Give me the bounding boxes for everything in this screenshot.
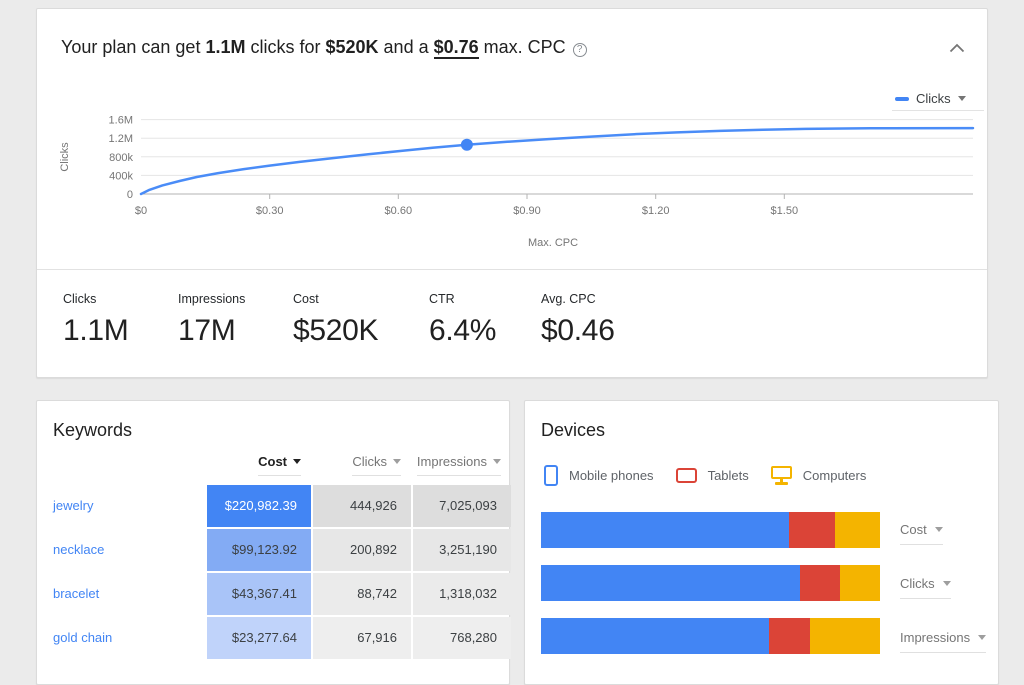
- svg-text:0: 0: [127, 189, 133, 201]
- devices-card: Devices Mobile phones Tablets Computers: [524, 400, 999, 685]
- card-divider: [37, 269, 987, 270]
- keywords-header-row: Cost Clicks Impressions: [37, 454, 511, 476]
- keyword-link[interactable]: bracelet: [37, 573, 207, 615]
- keyword-link[interactable]: gold chain: [37, 617, 207, 659]
- sort-header-impressions[interactable]: Impressions: [417, 454, 501, 476]
- cost-cell: $23,277.64: [207, 617, 311, 659]
- computer-monitor-icon: [771, 466, 792, 485]
- impressions-cell: 3,251,190: [411, 529, 511, 571]
- keyword-link[interactable]: jewelry: [37, 485, 207, 527]
- x-axis-tick-labels: $0 $0.30 $0.60 $0.90 $1.20 $1.50: [135, 205, 798, 217]
- keywords-card: Keywords Cost Clicks Impressions jewelry…: [36, 400, 510, 685]
- stat-impressions: Impressions 17M: [178, 292, 245, 348]
- chevron-down-icon: [943, 581, 951, 586]
- device-stacked-bar-impressions: [541, 618, 880, 654]
- stat-avg-cpc: Avg. CPC $0.46: [541, 292, 615, 348]
- svg-text:$0: $0: [135, 205, 147, 217]
- y-axis-title: Clicks: [59, 142, 71, 172]
- device-stacked-bar-clicks: [541, 565, 880, 601]
- forecast-card: Your plan can get 1.1M clicks for $520K …: [36, 8, 988, 378]
- clicks-cell: 200,892: [311, 529, 411, 571]
- device-stacked-bar-cost: [541, 512, 880, 548]
- selected-cpc-point[interactable]: [461, 139, 473, 151]
- stat-clicks: Clicks 1.1M: [63, 292, 129, 348]
- sort-header-clicks[interactable]: Clicks: [352, 454, 401, 476]
- legend-item-tablet: Tablets: [676, 468, 749, 483]
- bar-segment-computer: [810, 618, 880, 654]
- legend-item-computer: Computers: [771, 466, 867, 485]
- stat-cost: Cost $520K: [293, 292, 378, 348]
- chart-gridlines: [141, 120, 973, 194]
- devices-metric-dropdown-clicks[interactable]: Clicks: [900, 576, 951, 599]
- keyword-link[interactable]: necklace: [37, 529, 207, 571]
- devices-title: Devices: [541, 420, 605, 441]
- cost-cell: $220,982.39: [207, 485, 311, 527]
- bar-segment-mobile: [541, 618, 769, 654]
- legend-item-mobile: Mobile phones: [544, 465, 654, 486]
- x-axis-tick-marks: [270, 194, 785, 199]
- sort-arrow-icon: [393, 459, 401, 464]
- impressions-cell: 1,318,032: [411, 573, 511, 615]
- svg-text:$0.90: $0.90: [513, 205, 541, 217]
- chevron-down-icon: [935, 527, 943, 532]
- devices-legend: Mobile phones Tablets Computers: [544, 465, 888, 486]
- cost-cell: $43,367.41: [207, 573, 311, 615]
- svg-text:1.2M: 1.2M: [109, 133, 133, 145]
- stat-ctr: CTR 6.4%: [429, 292, 496, 348]
- svg-text:$1.20: $1.20: [642, 205, 670, 217]
- svg-text:$1.50: $1.50: [771, 205, 799, 217]
- clicks-cell: 67,916: [311, 617, 411, 659]
- bar-segment-tablet: [789, 512, 835, 548]
- keywords-title: Keywords: [53, 420, 132, 441]
- bar-segment-tablet: [800, 565, 840, 601]
- y-axis-tick-labels: 0 400k 800k 1.2M 1.6M: [109, 115, 134, 201]
- chevron-down-icon: [978, 635, 986, 640]
- bar-segment-mobile: [541, 512, 789, 548]
- forecast-line-chart[interactable]: 0 400k 800k 1.2M 1.6M $0 $0.30 $0.60 $0.…: [37, 9, 989, 261]
- svg-text:400k: 400k: [109, 170, 133, 182]
- svg-text:800k: 800k: [109, 152, 133, 164]
- bar-segment-computer: [840, 565, 880, 601]
- impressions-cell: 768,280: [411, 617, 511, 659]
- svg-text:1.6M: 1.6M: [109, 115, 133, 127]
- mobile-phone-icon: [544, 465, 558, 486]
- bar-segment-computer: [835, 512, 880, 548]
- devices-metric-dropdown-cost[interactable]: Cost: [900, 522, 943, 545]
- sort-header-cost[interactable]: Cost: [258, 454, 301, 476]
- devices-metric-dropdown-impressions[interactable]: Impressions: [900, 630, 986, 653]
- sort-arrow-icon: [293, 459, 301, 464]
- impressions-cell: 7,025,093: [411, 485, 511, 527]
- x-axis-title: Max. CPC: [528, 237, 578, 249]
- svg-text:$0.60: $0.60: [385, 205, 413, 217]
- sort-arrow-icon: [493, 459, 501, 464]
- keywords-table: jewelry $220,982.39 444,926 7,025,093 ne…: [37, 485, 511, 659]
- cost-cell: $99,123.92: [207, 529, 311, 571]
- clicks-cell: 88,742: [311, 573, 411, 615]
- tablet-icon: [676, 468, 697, 483]
- bar-segment-mobile: [541, 565, 800, 601]
- svg-text:$0.30: $0.30: [256, 205, 284, 217]
- clicks-cell: 444,926: [311, 485, 411, 527]
- bar-segment-tablet: [769, 618, 810, 654]
